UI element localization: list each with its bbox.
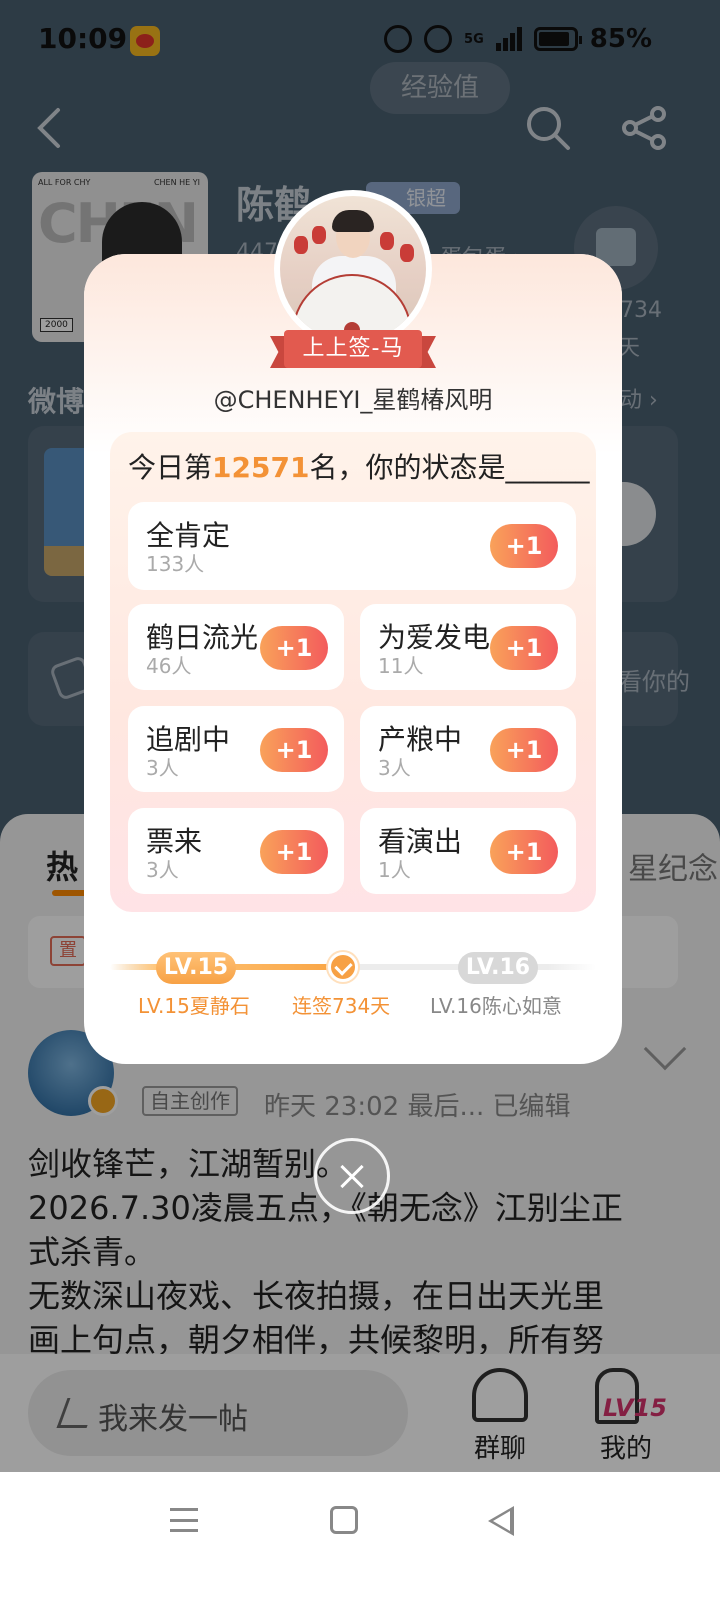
status-question: 今日第12571名，你的状态是______ [128,451,590,484]
status-option[interactable]: 看演出 1人 +1 [360,808,576,894]
user-handle: @CHENHEYI_星鹤椿风明 [213,386,493,414]
plus-one-button[interactable]: +1 [260,626,328,670]
checkin-rank: 12571 [212,451,310,484]
system-back-icon[interactable] [488,1506,514,1536]
status-option[interactable]: 追剧中 3人 +1 [128,706,344,792]
status-option[interactable]: 产粮中 3人 +1 [360,706,576,792]
plus-one-button[interactable]: +1 [260,728,328,772]
fortune-ribbon: 上上签-马 [270,330,436,370]
recent-apps-icon[interactable] [170,1508,198,1532]
status-option-count: 3人 [146,756,179,780]
checkin-check-icon [328,952,358,982]
status-option-count: 1人 [378,858,411,882]
plus-one-button[interactable]: +1 [490,524,558,568]
plus-one-button[interactable]: +1 [260,830,328,874]
plus-one-button[interactable]: +1 [490,830,558,874]
home-icon[interactable] [330,1506,358,1534]
plus-one-button[interactable]: +1 [490,728,558,772]
status-option[interactable]: 票来 3人 +1 [128,808,344,894]
status-option-count: 3人 [378,756,411,780]
idol-avatar [274,190,432,348]
status-option-count: 11人 [378,654,424,678]
checkin-streak-label: 连签734天 [292,994,391,1018]
status-option[interactable]: 全肯定 133人 +1 [128,502,576,590]
status-option-count: 133人 [146,552,205,576]
close-icon[interactable] [314,1138,390,1214]
current-level-label: LV.15夏静石 [138,994,250,1018]
current-level-badge: LV.15 [156,952,236,984]
fortune-label: 上上签-马 [284,330,422,368]
next-level-label: LV.16陈心如意 [430,994,562,1018]
next-level-badge: LV.16 [458,952,538,984]
plus-one-button[interactable]: +1 [490,626,558,670]
status-option[interactable]: 为爱发电 11人 +1 [360,604,576,690]
status-option[interactable]: 鹤日流光 46人 +1 [128,604,344,690]
status-option-count: 3人 [146,858,179,882]
idol-avatar-photo [280,196,426,342]
system-navigation-bar [0,1472,720,1604]
status-option-count: 46人 [146,654,192,678]
